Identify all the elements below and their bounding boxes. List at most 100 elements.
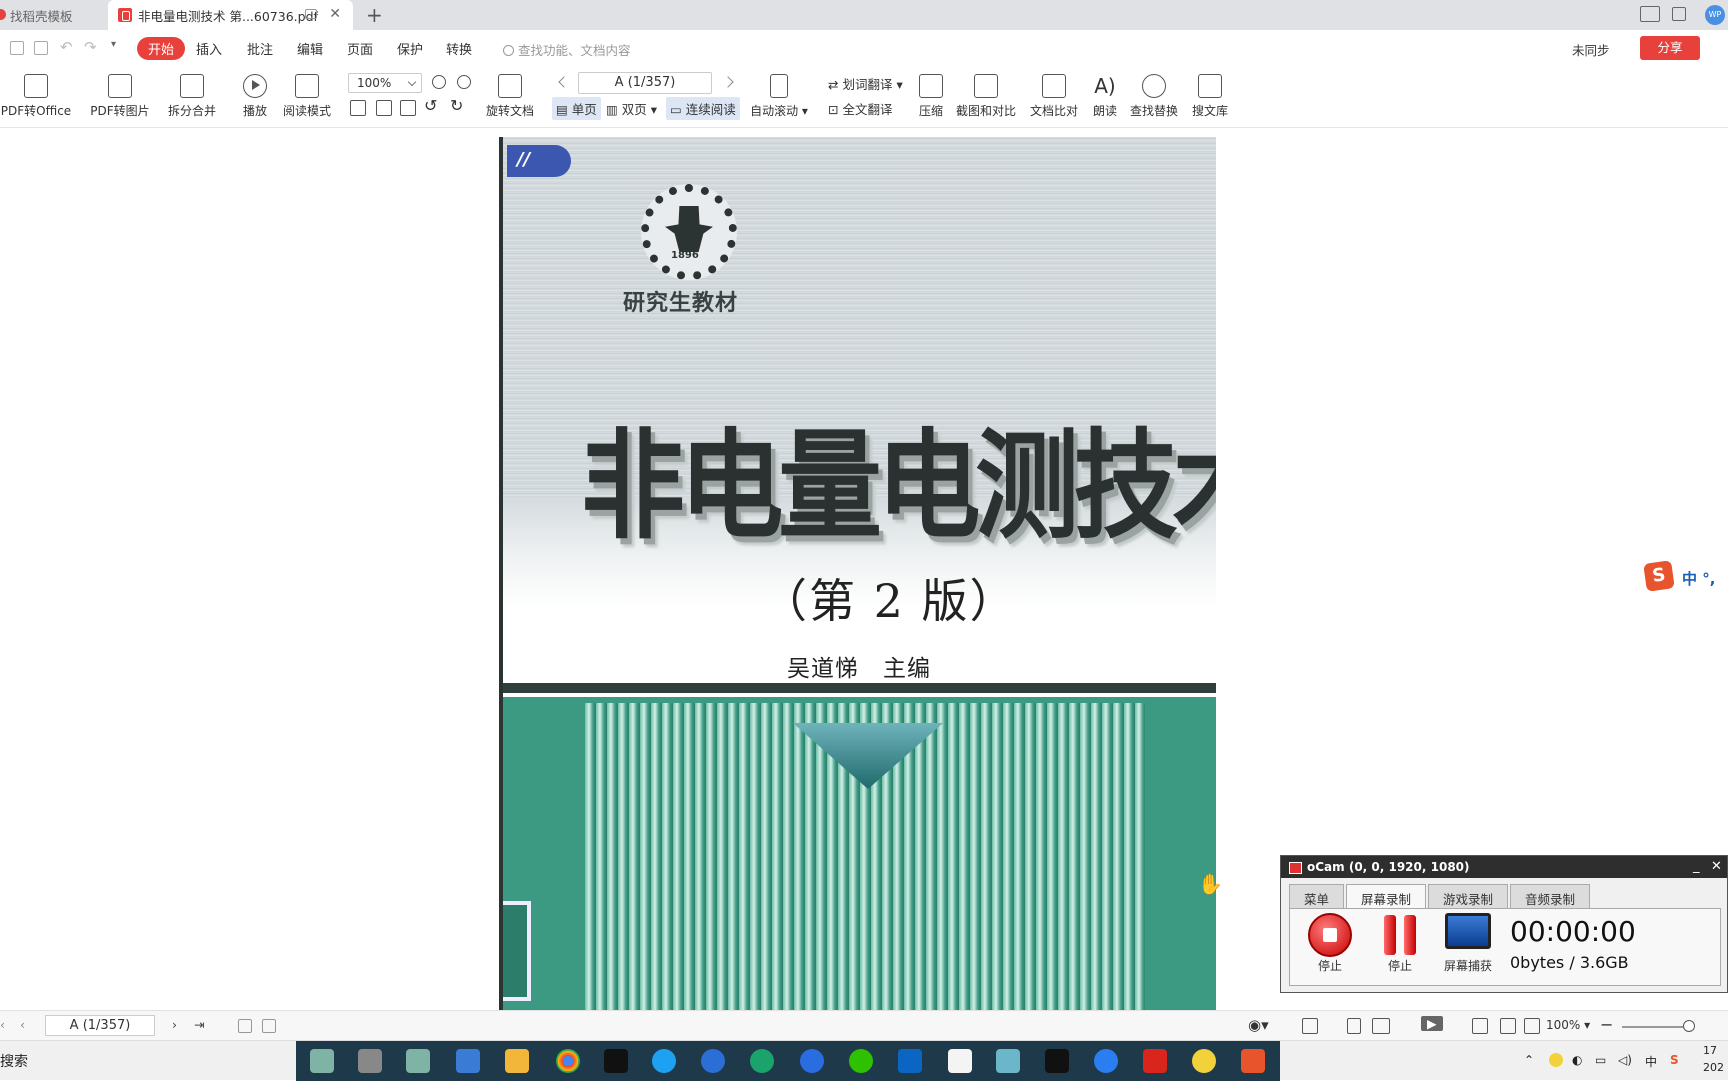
menu-insert[interactable]: 插入 — [196, 39, 222, 58]
read-mode-button[interactable]: 阅读模式 — [281, 74, 333, 119]
ocam-taskbar-icon[interactable] — [1241, 1049, 1265, 1073]
ime-floating-bar[interactable]: S 中 °, — [1643, 560, 1728, 592]
actual-size-icon[interactable] — [350, 100, 366, 116]
save-icon[interactable] — [10, 41, 24, 55]
wps-icon[interactable] — [1143, 1049, 1167, 1073]
pause-button[interactable]: 停止 — [1372, 913, 1428, 974]
double-view-icon[interactable] — [1372, 1018, 1390, 1034]
pdf-to-image-button[interactable]: PDF转图片 — [88, 74, 152, 119]
fit-page-icon[interactable] — [376, 100, 392, 116]
menu-protect[interactable]: 保护 — [397, 39, 423, 58]
actual-size-icon-bottom[interactable] — [1472, 1018, 1488, 1034]
ocam-tab-menu[interactable]: 菜单 — [1289, 884, 1345, 908]
tab-template[interactable]: 找稻壳模板 — [0, 0, 106, 30]
previous-page-icon[interactable] — [558, 76, 570, 88]
new-tab-button[interactable]: + — [366, 3, 383, 27]
menu-annotate[interactable]: 批注 — [247, 39, 273, 58]
zoom-select[interactable]: 100% — [348, 73, 422, 93]
back-view-icon[interactable] — [238, 1019, 252, 1033]
next-page-icon-bottom[interactable]: › — [172, 1017, 177, 1032]
compress-button[interactable]: 压缩 — [916, 74, 946, 119]
ocam-titlebar[interactable]: oCam (0, 0, 1920, 1080) _ ✕ — [1281, 856, 1727, 878]
zoom-out-icon[interactable] — [432, 75, 446, 89]
ocam-tab-screen-record[interactable]: 屏幕录制 — [1346, 884, 1427, 908]
app-icon-3[interactable] — [406, 1049, 430, 1073]
eye-protection-icon[interactable]: ◉▾ — [1248, 1016, 1269, 1034]
screen-capture-button[interactable]: 屏幕捕获 — [1440, 913, 1496, 974]
play-button[interactable]: 播放 — [240, 74, 270, 119]
app-icon-notes[interactable] — [996, 1049, 1020, 1073]
app-icon-e[interactable] — [750, 1049, 774, 1073]
split-merge-button[interactable]: 拆分合并 — [162, 74, 222, 119]
chrome-icon[interactable] — [556, 1049, 580, 1073]
single-page-button[interactable]: ▤ 单页 — [552, 97, 601, 120]
undo-icon[interactable]: ↶ — [60, 38, 73, 56]
share-button[interactable]: 分享 — [1640, 36, 1700, 60]
zoom-slider-handle[interactable] — [1683, 1020, 1695, 1032]
tab-pdf-document[interactable]: 非电量电测技术 第...60736.pdf ✕ — [108, 0, 353, 30]
function-search-input[interactable]: 查找功能、文档内容 — [503, 40, 631, 59]
capcut-icon[interactable] — [1045, 1049, 1069, 1073]
rotate-right-icon[interactable]: ↻ — [450, 96, 463, 115]
read-aloud-button[interactable]: A) 朗读 — [1090, 74, 1120, 119]
play-slideshow-icon[interactable]: ▶ — [1421, 1016, 1443, 1031]
next-page-icon[interactable] — [722, 76, 734, 88]
fit-width-icon[interactable] — [400, 100, 416, 116]
close-icon[interactable]: ✕ — [1711, 856, 1722, 878]
double-page-button[interactable]: ▥ 双页 ▾ — [606, 99, 657, 118]
zoom-out-bottom-icon[interactable]: − — [1600, 1015, 1613, 1034]
rotate-left-icon[interactable]: ↺ — [424, 96, 437, 115]
find-replace-button[interactable]: 查找替换 — [1128, 74, 1180, 119]
rotate-document-button[interactable]: 旋转文档 — [484, 74, 536, 119]
minimize-icon[interactable]: _ — [1693, 856, 1700, 878]
app-icon-blue[interactable] — [800, 1049, 824, 1073]
tray-app-icon[interactable] — [1549, 1053, 1563, 1067]
tiktok-icon[interactable] — [604, 1049, 628, 1073]
tray-ime[interactable]: 中 — [1645, 1053, 1657, 1070]
zoom-in-icon[interactable] — [457, 75, 471, 89]
clock-time[interactable]: 17 — [1703, 1044, 1717, 1057]
menu-start[interactable]: 开始 — [137, 37, 186, 60]
auto-scroll-button[interactable]: 自动滚动 ▾ — [748, 74, 810, 119]
onedrive-icon[interactable] — [898, 1049, 922, 1073]
document-compare-button[interactable]: 文档比对 — [1028, 74, 1080, 119]
app-icon-color[interactable] — [948, 1049, 972, 1073]
print-icon[interactable] — [34, 41, 48, 55]
stop-record-button[interactable]: 停止 — [1302, 913, 1358, 974]
tab-close-icon[interactable]: ✕ — [329, 6, 341, 22]
app-icon-hash[interactable] — [1094, 1049, 1118, 1073]
taskbar-search[interactable]: 搜索 — [0, 1051, 28, 1071]
avatar[interactable]: WP — [1705, 5, 1725, 25]
screenshot-compare-button[interactable]: 截图和对比 — [954, 74, 1018, 119]
sogou-tray-icon[interactable]: S — [1670, 1053, 1679, 1067]
sync-status[interactable]: 未同步 — [1572, 40, 1610, 59]
menu-page[interactable]: 页面 — [347, 39, 373, 58]
first-page-icon[interactable]: ‹ — [0, 1017, 5, 1032]
status-page-input[interactable]: A (1/357) — [45, 1015, 155, 1036]
ocam-tab-audio-record[interactable]: 音频录制 — [1510, 884, 1591, 908]
app-icon-yellow[interactable] — [1192, 1049, 1216, 1073]
word-translate-button[interactable]: ⇄ 划词翻译 ▾ — [828, 74, 903, 93]
wechat-icon[interactable] — [849, 1049, 873, 1073]
grid-apps-icon[interactable] — [1672, 7, 1686, 21]
volume-icon[interactable]: ◁) — [1618, 1053, 1632, 1067]
app-icon-2[interactable] — [358, 1049, 382, 1073]
ocam-window[interactable]: oCam (0, 0, 1920, 1080) _ ✕ 菜单 屏幕录制 游戏录制… — [1280, 855, 1728, 993]
customize-dropdown-icon[interactable]: ▾ — [111, 39, 116, 50]
page-number-input[interactable]: A (1/357) — [578, 72, 712, 94]
app-icon-1[interactable] — [310, 1049, 334, 1073]
app-icon-4[interactable] — [456, 1049, 480, 1073]
window-layout-icon[interactable] — [1640, 6, 1660, 22]
forward-view-icon[interactable] — [262, 1019, 276, 1033]
tray-expand-icon[interactable]: ⌃ — [1524, 1053, 1534, 1067]
ocam-tab-game-record[interactable]: 游戏录制 — [1428, 884, 1509, 908]
menu-edit[interactable]: 编辑 — [297, 39, 323, 58]
redo-icon[interactable]: ↷ — [84, 38, 97, 56]
tab-pin-icon[interactable] — [305, 9, 317, 19]
pdf-to-office-button[interactable]: PDF转Office — [0, 74, 74, 119]
file-explorer-icon[interactable] — [505, 1049, 529, 1073]
fit-page-icon-bottom[interactable] — [1500, 1018, 1516, 1034]
search-library-button[interactable]: 搜文库 — [1190, 74, 1230, 119]
full-translate-button[interactable]: ⊡ 全文翻译 — [828, 99, 892, 118]
edge-icon[interactable] — [652, 1049, 676, 1073]
